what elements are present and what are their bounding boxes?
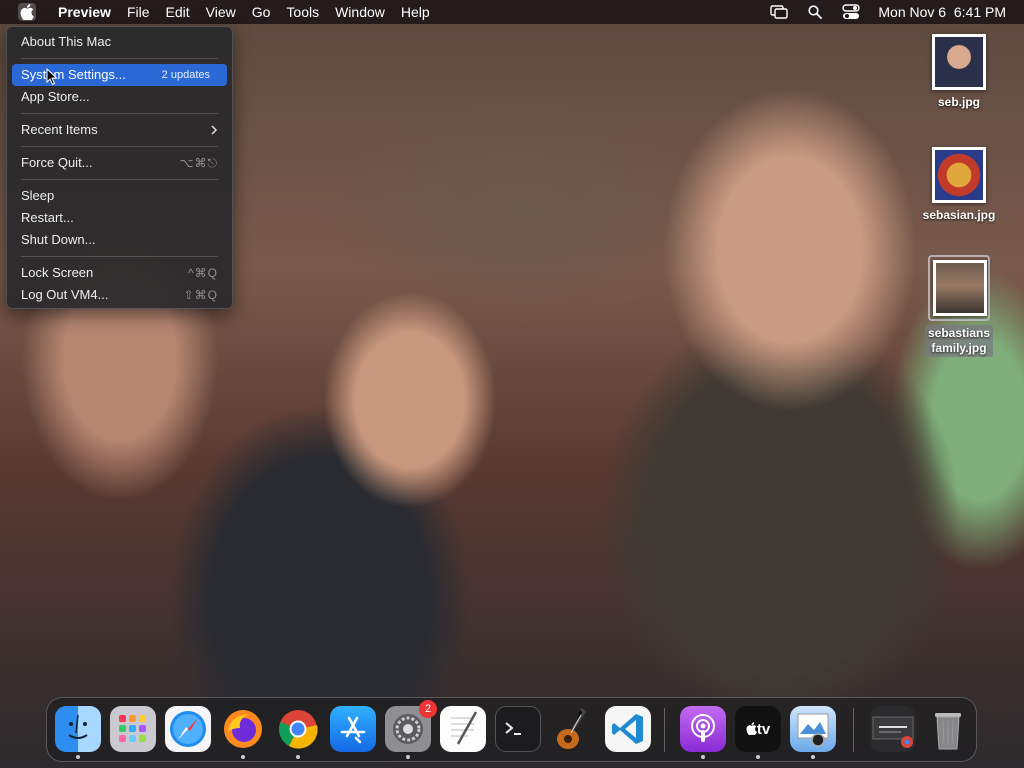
apple-tv-icon[interactable]: tv <box>735 706 781 759</box>
chevron-right-icon <box>210 119 218 141</box>
menu-edit[interactable]: Edit <box>158 0 198 24</box>
running-indicator <box>296 755 300 759</box>
desktop-file-seb[interactable]: seb.jpg <box>914 34 1004 111</box>
apple-tv-label: tv <box>756 720 771 738</box>
menu-file[interactable]: File <box>119 0 158 24</box>
launchpad-icon[interactable] <box>110 706 156 752</box>
chrome-download-stack-icon[interactable] <box>870 706 916 752</box>
image-thumbnail <box>932 147 986 203</box>
podcasts-icon[interactable] <box>680 706 726 759</box>
firefox-icon[interactable] <box>220 706 266 759</box>
menu-system-settings-label: System Settings... <box>21 67 126 82</box>
menu-log-out-label: Log Out VM4... <box>21 287 109 302</box>
image-thumbnail <box>932 34 986 90</box>
finder-icon[interactable] <box>55 706 101 759</box>
trash-icon[interactable] <box>925 706 971 752</box>
menu-force-quit-label: Force Quit... <box>21 155 93 170</box>
menu-separator <box>21 179 218 180</box>
menu-view[interactable]: View <box>198 0 244 24</box>
running-indicator <box>76 755 80 759</box>
apple-menu-dropdown: About This Mac System Settings... 2 upda… <box>6 26 233 309</box>
desktop-file-label: seb.jpg <box>937 95 980 109</box>
screen-mirroring-icon[interactable] <box>770 4 789 20</box>
control-center-icon[interactable] <box>842 4 861 20</box>
menu-app-store[interactable]: App Store... <box>12 86 227 108</box>
menu-separator <box>21 113 218 114</box>
log-out-shortcut: ⇧⌘Q <box>183 288 218 302</box>
menu-sleep[interactable]: Sleep <box>12 185 227 207</box>
menu-shut-down-label: Shut Down... <box>21 232 96 247</box>
menu-separator <box>21 256 218 257</box>
dock: 2 tv <box>46 697 977 762</box>
running-indicator <box>406 755 410 759</box>
desktop-file-label-line1: sebastians <box>927 326 991 340</box>
menu-lock-screen[interactable]: Lock Screen ^⌘Q <box>12 262 227 284</box>
updates-badge: 2 updates <box>161 69 210 81</box>
chrome-icon[interactable] <box>275 706 321 759</box>
garageband-icon[interactable] <box>550 706 596 752</box>
menu-lock-screen-label: Lock Screen <box>21 265 94 280</box>
desktop-file-label: sebasian.jpg <box>922 208 996 222</box>
menu-help[interactable]: Help <box>393 0 438 24</box>
lock-screen-shortcut: ^⌘Q <box>188 266 218 280</box>
textedit-icon[interactable] <box>440 706 486 752</box>
app-store-icon[interactable] <box>330 706 376 752</box>
dock-separator <box>853 708 854 752</box>
vscode-icon[interactable] <box>605 706 651 752</box>
safari-icon[interactable] <box>165 706 211 752</box>
preview-icon[interactable] <box>790 706 836 759</box>
desktop-file-sebastians-family[interactable]: sebastians family.jpg <box>914 255 1004 357</box>
menu-separator <box>21 58 218 59</box>
image-thumbnail <box>933 260 987 316</box>
menu-system-settings[interactable]: System Settings... 2 updates <box>12 64 227 86</box>
menu-about-label: About This Mac <box>21 34 112 49</box>
menu-log-out[interactable]: Log Out VM4... ⇧⌘Q <box>12 284 227 306</box>
apple-menu-icon[interactable] <box>18 3 36 21</box>
menu-app-store-label: App Store... <box>21 89 90 104</box>
terminal-icon[interactable] <box>495 706 541 752</box>
menu-about-this-mac[interactable]: About This Mac <box>12 31 227 53</box>
notification-badge: 2 <box>419 700 437 718</box>
desktop-file-sebasian[interactable]: sebasian.jpg <box>914 147 1004 224</box>
running-indicator <box>756 755 760 759</box>
desktop-file-label-line2: family.jpg <box>931 341 987 355</box>
app-menu-preview[interactable]: Preview <box>50 0 119 24</box>
menu-shut-down[interactable]: Shut Down... <box>12 229 227 251</box>
dock-separator <box>664 708 665 752</box>
mouse-cursor-icon <box>46 67 58 86</box>
menu-window[interactable]: Window <box>327 0 393 24</box>
menu-go[interactable]: Go <box>244 0 279 24</box>
running-indicator <box>701 755 705 759</box>
selection-frame <box>928 255 990 321</box>
menubar-clock[interactable]: Mon Nov 6 6:41 PM <box>878 4 1006 20</box>
menu-tools[interactable]: Tools <box>278 0 327 24</box>
menu-separator <box>21 146 218 147</box>
desktop-file-label: sebastians family.jpg <box>924 325 994 357</box>
menu-recent-items[interactable]: Recent Items <box>12 119 227 141</box>
running-indicator <box>811 755 815 759</box>
menu-force-quit[interactable]: Force Quit... ⌥⌘⎋ <box>12 152 227 174</box>
running-indicator <box>241 755 245 759</box>
spotlight-search-icon[interactable] <box>806 4 824 20</box>
menu-restart[interactable]: Restart... <box>12 207 227 229</box>
menu-restart-label: Restart... <box>21 210 74 225</box>
menu-sleep-label: Sleep <box>21 188 55 203</box>
menu-bar: Preview File Edit View Go Tools Window H… <box>0 0 1024 24</box>
menu-recent-items-label: Recent Items <box>21 122 98 137</box>
force-quit-shortcut: ⌥⌘⎋ <box>179 156 218 170</box>
system-settings-icon[interactable]: 2 <box>385 700 437 759</box>
